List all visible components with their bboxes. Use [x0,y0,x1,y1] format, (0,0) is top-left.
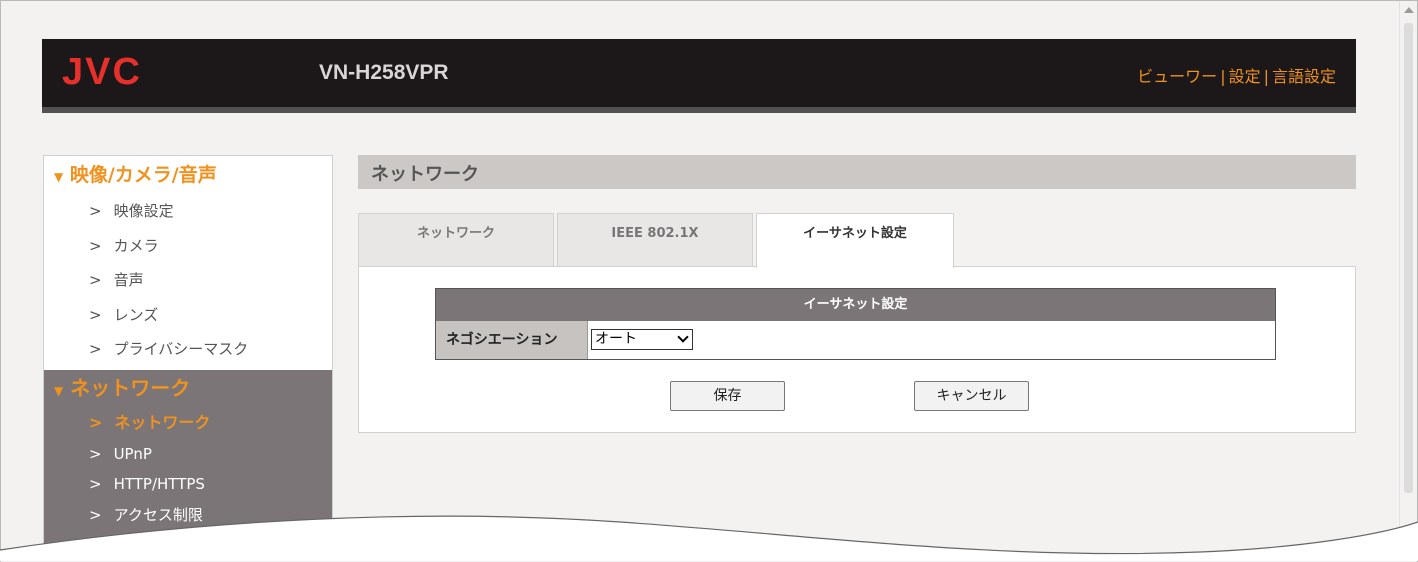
sidebar-item-label: 音声 [113,271,144,289]
model-name: VN-H258VPR [319,61,449,84]
divider: | [1220,67,1226,86]
tab-panel: イーサネット設定 ネゴシエーション オート 保存 キャンセル [358,266,1356,433]
viewer-link[interactable]: ビューワー [1137,67,1217,86]
sidebar-item-upnp[interactable]: > UPnP [44,439,332,470]
sidebar-item-label: カメラ [113,236,159,255]
sidebar-item-privacy-mask[interactable]: > プライバシーマスク [44,332,332,367]
sidebar: ▼ 映像/カメラ/音声 > 映像設定 > カメラ > 音声 > レンズ > プライバシーマ… [43,155,333,560]
page-title-bar: ネットワーク [358,155,1356,189]
header-underline [42,107,1356,113]
cancel-button[interactable]: キャンセル [914,381,1029,411]
chevron-right-icon: > [89,202,102,220]
scroll-up-icon[interactable] [1404,7,1414,13]
tab-ieee8021x[interactable]: IEEE 802.1X [557,213,753,267]
chevron-right-icon: > [89,271,102,289]
negotiation-select[interactable]: オート [591,329,693,350]
triangle-down-icon: ▼ [54,170,64,184]
torn-edge [0,515,1418,561]
sidebar-section-label: ネットワーク [70,376,191,400]
sidebar-section-network[interactable]: ▼ ネットワーク [44,370,332,408]
sidebar-item-label: プライバシーマスク [113,340,249,358]
sidebar-item-video-settings[interactable]: > 映像設定 [44,194,332,229]
chevron-down-icon [677,331,689,343]
sidebar-item-lens[interactable]: > レンズ [44,298,332,333]
page-title: ネットワーク [371,164,479,185]
top-nav: ビューワー | 設定 | 言語設定 [1137,63,1336,87]
negotiation-label: ネゴシエーション [436,321,588,359]
sidebar-item-label: ネットワーク [114,413,211,432]
save-button[interactable]: 保存 [670,381,785,411]
tab-ethernet-settings[interactable]: イーサネット設定 [756,213,954,268]
chevron-right-icon: > [89,444,102,463]
settings-link[interactable]: 設定 [1229,67,1261,86]
sidebar-item-http-https[interactable]: > HTTP/HTTPS [44,469,332,500]
sidebar-item-label: 映像設定 [113,202,174,220]
triangle-down-icon: ▼ [54,384,64,398]
chevron-right-icon: > [89,236,102,255]
sidebar-item-label: UPnP [113,444,152,463]
table-row: ネゴシエーション オート [436,321,1275,359]
vertical-scrollbar[interactable] [1399,1,1417,541]
sidebar-item-camera[interactable]: > カメラ [44,229,332,264]
chevron-right-icon: > [89,475,102,493]
chevron-right-icon: > [89,413,103,432]
ethernet-settings-table: イーサネット設定 ネゴシエーション オート [435,288,1276,360]
divider: | [1263,67,1269,86]
scroll-thumb[interactable] [1404,23,1413,493]
tab-network[interactable]: ネットワーク [358,213,554,267]
sidebar-item-label: HTTP/HTTPS [113,475,205,493]
sidebar-section-label: 映像/カメラ/音声 [69,164,217,186]
sidebar-section-video[interactable]: ▼ 映像/カメラ/音声 [44,156,332,194]
sidebar-item-audio[interactable]: > 音声 [44,263,332,298]
sidebar-item-network[interactable]: > ネットワーク [44,408,332,439]
sidebar-item-label: レンズ [113,305,159,324]
chevron-right-icon: > [89,340,102,358]
app-header: JVC VN-H258VPR ビューワー | 設定 | 言語設定 [42,39,1356,107]
jvc-logo: JVC [62,51,142,93]
table-header: イーサネット設定 [436,289,1275,321]
chevron-right-icon: > [89,305,102,324]
negotiation-value: オート [595,331,637,347]
language-link[interactable]: 言語設定 [1272,67,1336,86]
